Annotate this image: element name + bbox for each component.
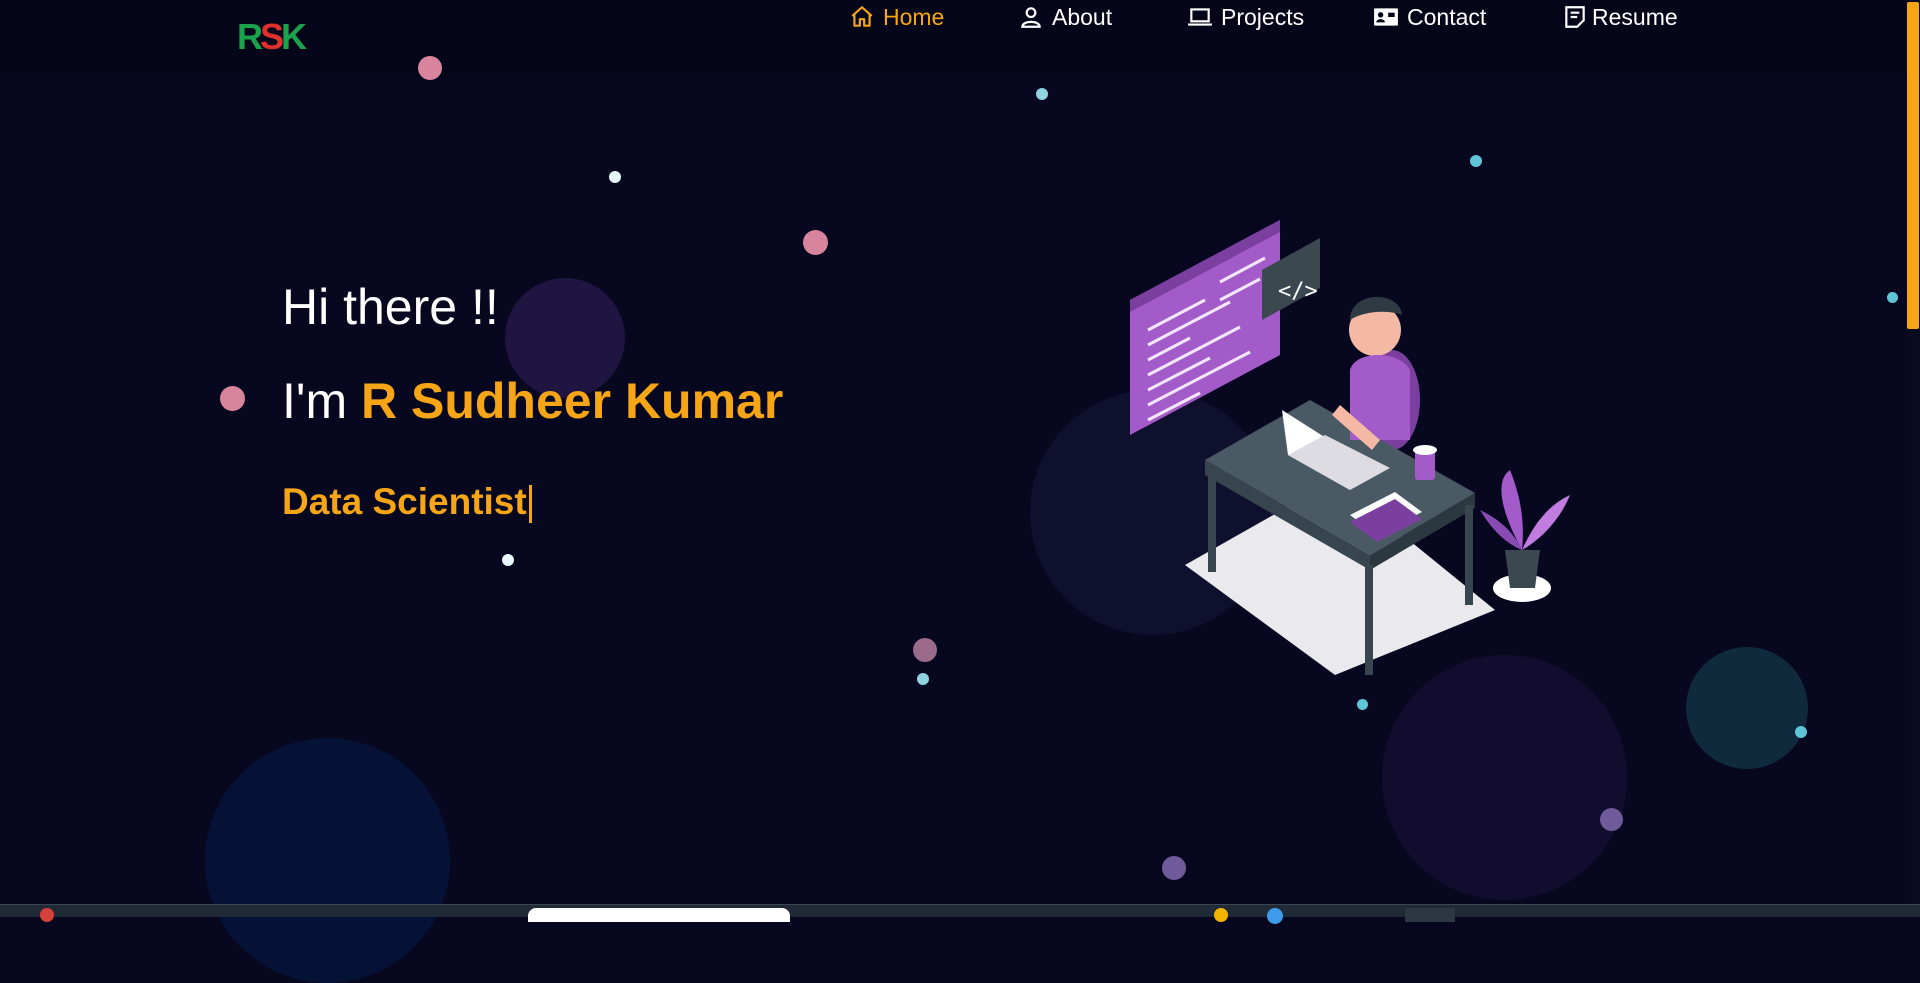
particle [502, 554, 514, 566]
nav-projects-label: Projects [1221, 3, 1305, 30]
scrollbar-thumb[interactable] [1907, 2, 1919, 329]
logo[interactable]: RSK [237, 19, 307, 55]
particle [913, 638, 937, 662]
particle [803, 230, 828, 255]
particle [220, 386, 245, 411]
home-icon [851, 6, 873, 27]
logo-letter-r: R [237, 16, 263, 57]
navbar: RSK Home About Projects Contact Resume [0, 0, 1920, 78]
particle [418, 56, 442, 80]
particle [1470, 155, 1482, 167]
particle [609, 171, 621, 183]
hero-name: R Sudheer Kumar [361, 373, 784, 429]
taskbar [0, 904, 1920, 924]
taskbar-folder-icon[interactable] [1214, 908, 1228, 922]
taskbar-app-icon[interactable] [40, 908, 54, 922]
hero-role-text: Data Scientist [282, 481, 527, 522]
particle [205, 738, 450, 983]
typing-cursor [528, 485, 532, 524]
hero-intro-prefix: I'm [282, 373, 348, 429]
nav-about[interactable]: About [1018, 0, 1112, 34]
taskbar-search[interactable] [528, 908, 790, 922]
nav-projects[interactable]: Projects [1187, 0, 1304, 34]
particle [917, 673, 929, 685]
hero-role: Data Scientist [282, 481, 532, 524]
laptop-icon [1188, 8, 1212, 26]
taskbar-app-icon[interactable] [1405, 908, 1455, 922]
particle [1795, 726, 1807, 738]
nav-resume-label: Resume [1592, 3, 1678, 30]
nav-resume[interactable]: Resume [1562, 0, 1678, 34]
particle [1686, 647, 1808, 769]
code-badge-text: </> [1278, 279, 1318, 304]
nav-contact-label: Contact [1407, 3, 1487, 30]
hero-greeting: Hi there !! [282, 279, 499, 335]
nav-home-label: Home [883, 3, 945, 30]
logo-letter-s: S [260, 16, 284, 57]
nav-contact[interactable]: Contact [1373, 0, 1486, 34]
taskbar-browser-icon[interactable] [1267, 908, 1283, 924]
particle [1887, 292, 1898, 303]
nav-about-label: About [1052, 3, 1113, 30]
particle [1600, 808, 1623, 831]
particle [1036, 88, 1048, 100]
particle [1382, 655, 1627, 900]
particle [1357, 699, 1368, 710]
document-icon [1565, 6, 1585, 28]
developer-illustration: </> [1130, 220, 1570, 675]
nav-home[interactable]: Home [849, 0, 944, 34]
user-icon [1021, 7, 1041, 28]
hero-intro: I'm R Sudheer Kumar [282, 372, 783, 430]
contact-card-icon [1374, 8, 1398, 26]
particle [1162, 856, 1186, 880]
logo-letter-k: K [281, 16, 307, 57]
scrollbar[interactable] [1906, 0, 1920, 905]
